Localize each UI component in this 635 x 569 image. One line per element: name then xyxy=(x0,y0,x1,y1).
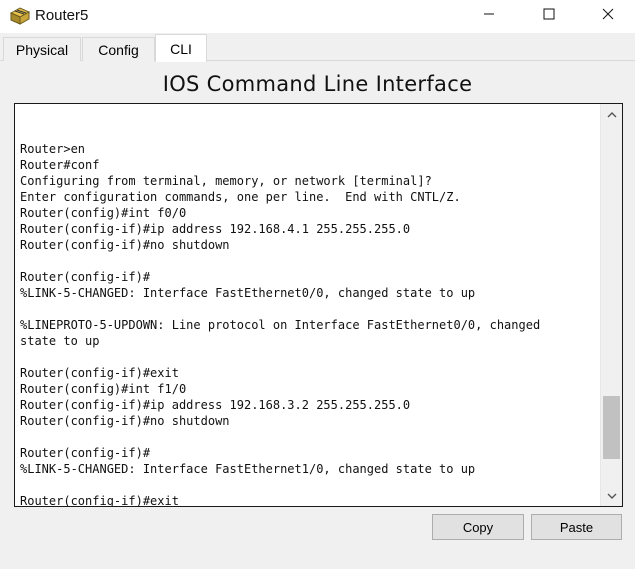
tab-config[interactable]: Config xyxy=(82,37,155,61)
maximize-button[interactable] xyxy=(526,0,572,32)
terminal-line: Router(config-if)#no shutdown xyxy=(20,238,230,252)
terminal-line: Router(config-if)# xyxy=(20,446,151,460)
router-icon xyxy=(9,6,31,26)
close-icon xyxy=(602,7,614,25)
terminal-line: Configuring from terminal, memory, or ne… xyxy=(20,174,432,188)
terminal-line: Router(config-if)#exit xyxy=(20,494,179,507)
terminal-scrollbar[interactable] xyxy=(600,104,622,506)
cli-terminal[interactable]: Router>en Router#conf Configuring from ter… xyxy=(14,103,623,507)
copy-button[interactable]: Copy xyxy=(432,514,524,540)
terminal-line: Router(config-if)#ip address 192.168.3.2… xyxy=(20,398,411,412)
terminal-line: Router(config)#int f0/0 xyxy=(20,206,187,220)
terminal-line: Router(config-if)# xyxy=(20,270,151,284)
terminal-line: Router(config-if)#ip address 192.168.4.1… xyxy=(20,222,411,236)
scroll-down-button[interactable] xyxy=(601,486,622,506)
terminal-line: state to up xyxy=(20,334,100,348)
title-bar: Router5 xyxy=(0,0,635,33)
tab-physical[interactable]: Physical xyxy=(3,37,81,61)
chevron-up-icon xyxy=(607,105,617,123)
window-title: Router5 xyxy=(35,7,89,24)
paste-button[interactable]: Paste xyxy=(531,514,622,540)
terminal-line: %LINK-5-CHANGED: Interface FastEthernet0… xyxy=(20,286,476,300)
terminal-line: Router(config-if)#no shutdown xyxy=(20,414,230,428)
minimize-icon xyxy=(483,7,495,25)
terminal-line: Router(config)#int f1/0 xyxy=(20,382,187,396)
terminal-line: Router>en xyxy=(20,142,86,156)
minimize-button[interactable] xyxy=(466,0,512,32)
maximize-icon xyxy=(543,7,555,25)
scroll-thumb[interactable] xyxy=(603,396,620,459)
chevron-down-icon xyxy=(607,487,617,505)
terminal-output: Router>en Router#conf Configuring from ter… xyxy=(20,141,600,507)
terminal-line: Enter configuration commands, one per li… xyxy=(20,190,461,204)
scroll-up-button[interactable] xyxy=(601,104,622,124)
terminal-line: Router(config-if)#exit xyxy=(20,366,179,380)
terminal-line: Router#conf xyxy=(20,158,100,172)
terminal-line: %LINK-5-CHANGED: Interface FastEthernet1… xyxy=(20,462,476,476)
terminal-line: %LINEPROTO-5-UPDOWN: Line protocol on In… xyxy=(20,318,541,332)
close-button[interactable] xyxy=(585,0,631,32)
page-title: IOS Command Line Interface xyxy=(162,72,473,96)
tab-cli[interactable]: CLI xyxy=(155,34,207,62)
